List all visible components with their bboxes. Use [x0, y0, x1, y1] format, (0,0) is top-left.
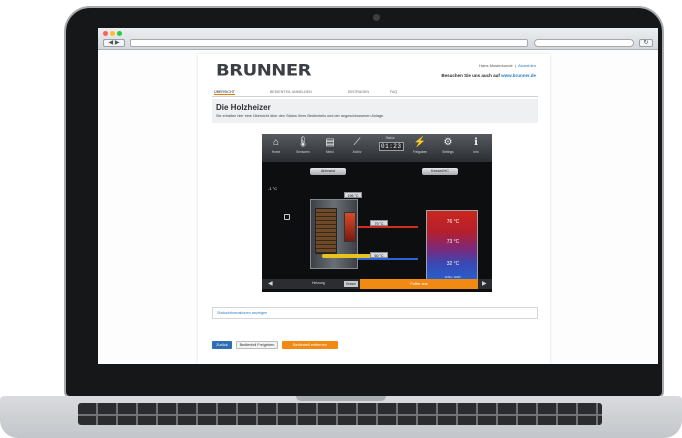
back-button[interactable]: Zurück: [212, 341, 232, 349]
tab-entries[interactable]: Eintragen: [348, 90, 369, 94]
buffer-tank-graphic: 76 °C 73 °C 32 °C Puffer • 2000 l: [426, 210, 478, 282]
release-panel-button[interactable]: Bedienteil Freigeben: [236, 341, 278, 349]
home-icon: ⌂: [272, 137, 280, 148]
browser-chrome: ◀ ▶ ↻: [98, 28, 658, 50]
menu-label: Home: [271, 150, 281, 154]
reload-button[interactable]: ↻: [639, 39, 653, 47]
flow-temperature: 79 °C: [370, 220, 388, 226]
flue-temperature: 196 °C: [344, 192, 362, 198]
remove-panel-button[interactable]: Bedienteil entfernen: [282, 341, 338, 349]
tab-faq[interactable]: FAQ: [390, 90, 397, 94]
boiler-hc-button[interactable]: Kessel/HC: [422, 168, 458, 175]
window-close-dot[interactable]: [103, 31, 108, 36]
menu-label: Settings: [442, 150, 454, 154]
menu-label: Info: [473, 150, 479, 154]
status-buffer: Puffer aus: [360, 279, 478, 289]
page-title: Die Holzheizer: [216, 103, 271, 112]
keyboard-row-divider: [78, 414, 602, 416]
return-temperature: 60 °C: [370, 252, 388, 258]
status-info-link[interactable]: Statusinformationen anzeigen: [217, 311, 267, 315]
menu-icon: ▤: [325, 137, 335, 148]
menu-sensors[interactable]: 🌡 Sensoren: [291, 136, 315, 160]
menu-label: Freigaben: [412, 150, 428, 154]
page-header: Die Holzheizer Sie erhalten hier eine Üb…: [212, 99, 538, 123]
page-subtitle: Sie erhalten hier eine Übersicht über de…: [216, 114, 385, 118]
window-zoom-dot[interactable]: [117, 31, 122, 36]
menu-label: Status: [385, 136, 395, 140]
tank-temp-top: 76 °C: [446, 219, 460, 225]
back-forward-buttons[interactable]: ◀ ▶: [103, 39, 125, 47]
screen: ◀ ▶ ↻ BRUNNER Hans Musterkunde | Abmelde…: [98, 28, 658, 364]
tab-overview[interactable]: Übersicht: [214, 90, 235, 95]
address-bar[interactable]: [130, 39, 528, 47]
burn-button[interactable]: Abbrand: [310, 168, 346, 175]
menu-label: Archiv: [352, 150, 362, 154]
controller-status-bar: ◀ Heizung Kessel Puffer aus ▶: [262, 279, 492, 289]
controller-display: ⌂ Home 🌡 Sensoren ▤ Menü ⟋ Archiv 01:23: [262, 134, 492, 292]
brand-logo[interactable]: BRUNNER: [216, 61, 311, 80]
menu-release[interactable]: ⚡ Freigaben: [408, 136, 432, 160]
tank-temp-middle: 73 °C: [446, 239, 460, 245]
status-heating: Heizung: [312, 281, 325, 285]
promo-label: Besuchen Sie uns auch auf: [441, 73, 500, 78]
menu-label: Sensoren: [296, 150, 310, 154]
logout-link[interactable]: Abmelden: [518, 63, 536, 68]
thermometer-icon: 🌡: [296, 137, 310, 148]
menu-home[interactable]: ⌂ Home: [264, 136, 288, 160]
tank-temp-bottom: 32 °C: [446, 261, 460, 267]
hinge-notch: [296, 396, 386, 401]
search-field[interactable]: [534, 39, 634, 47]
menu-menu[interactable]: ▤ Menü: [318, 136, 342, 160]
tab-bar: Übersicht Bedienteil anmelden Eintragen …: [212, 89, 538, 97]
wood-chamber-graphic: [315, 208, 337, 254]
info-icon: ℹ: [474, 137, 478, 148]
return-pipe-graphic: [358, 258, 418, 260]
arrow-right-icon[interactable]: ▶: [482, 280, 487, 287]
promo-link[interactable]: www.brunner.de: [501, 73, 536, 78]
menu-label: Menü: [326, 150, 334, 154]
menu-info[interactable]: ℹ Info: [464, 136, 488, 160]
tab-register-panel[interactable]: Bedienteil anmelden: [270, 90, 312, 94]
menu-archive[interactable]: ⟋ Archiv: [345, 136, 369, 160]
web-page: BRUNNER Hans Musterkunde | Abmelden Besu…: [198, 54, 550, 364]
status-tag: Kessel: [344, 281, 358, 287]
outdoor-temperature: -1 °C: [268, 186, 278, 191]
window-minimize-dot[interactable]: [110, 31, 115, 36]
lock-icon: [284, 214, 290, 220]
menu-status[interactable]: Status: [378, 136, 402, 160]
account-bar: Hans Musterkunde | Abmelden: [479, 63, 536, 68]
webcam: [373, 14, 380, 21]
chart-icon: ⟋: [353, 137, 361, 148]
user-name: Hans Musterkunde: [479, 63, 513, 68]
arrow-left-icon[interactable]: ◀: [268, 280, 273, 287]
menu-settings[interactable]: ⚙ Settings: [436, 136, 460, 160]
plug-icon: ⚡: [413, 137, 427, 148]
flow-pipe-graphic: [358, 226, 418, 228]
info-box: Statusinformationen anzeigen: [212, 307, 538, 319]
controller-menu-bar: ⌂ Home 🌡 Sensoren ▤ Menü ⟋ Archiv 01:23: [262, 134, 492, 162]
settings-icon: ⚙: [443, 137, 453, 148]
promo-text: Besuchen Sie uns auch auf www.brunner.de: [441, 73, 536, 78]
fire-chamber-graphic: [344, 212, 356, 242]
